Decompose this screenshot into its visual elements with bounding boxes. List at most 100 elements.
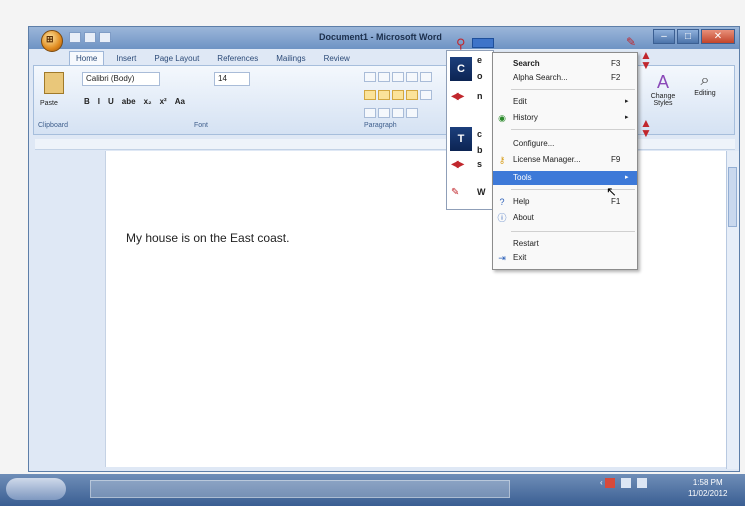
- change-case-button[interactable]: Aa: [175, 97, 185, 106]
- close-button[interactable]: ✕: [701, 29, 735, 44]
- scroll-thumb[interactable]: [728, 167, 737, 227]
- document-text[interactable]: My house is on the East coast.: [126, 231, 289, 245]
- decrease-indent-icon[interactable]: [406, 72, 418, 82]
- action-center-flag-icon[interactable]: [604, 478, 615, 488]
- styles-editing-area: A Change Styles ⌕ Editing: [644, 72, 724, 118]
- context-menu: Search F3 Alpha Search... F2 Edit ▸ ◉ Histor…: [492, 52, 638, 270]
- paste-button[interactable]: Paste: [40, 70, 68, 112]
- menu-item-exit[interactable]: ⇥ Exit: [493, 251, 637, 265]
- menu-item-label: Search: [513, 59, 540, 68]
- subscript-button[interactable]: x₂: [144, 97, 152, 106]
- font-name-dropdown[interactable]: Calibri (Body): [82, 72, 160, 86]
- tab-home[interactable]: Home: [69, 51, 105, 66]
- menu-item-restart[interactable]: Restart: [493, 237, 637, 251]
- numbering-icon[interactable]: [378, 72, 390, 82]
- font-group-label: Font: [194, 122, 209, 129]
- vertical-scrollbar[interactable]: [726, 151, 739, 469]
- tab-page-layout[interactable]: Page Layout: [148, 52, 205, 66]
- undo-icon[interactable]: [84, 32, 96, 43]
- borders-icon[interactable]: [378, 108, 390, 118]
- menu-shortcut: F3: [611, 59, 621, 68]
- redo-icon[interactable]: [99, 32, 111, 43]
- editing-button[interactable]: ⌕ Editing: [688, 72, 722, 97]
- dictionary-tile-bottom[interactable]: T: [450, 127, 472, 151]
- superscript-button[interactable]: x²: [160, 97, 167, 106]
- volume-icon[interactable]: [636, 478, 647, 488]
- swap-arrows-icon[interactable]: ◀▶: [451, 159, 464, 170]
- dictionary-search-field[interactable]: [472, 38, 494, 48]
- bullets-icon[interactable]: [364, 72, 376, 82]
- clock-time: 1:58 PM: [692, 478, 723, 487]
- menu-shortcut: F2: [611, 73, 621, 82]
- paragraph-group-label: Paragraph: [364, 122, 397, 129]
- menu-item-edit[interactable]: Edit ▸: [493, 95, 637, 109]
- show-marks-icon[interactable]: [406, 108, 418, 118]
- clock-date: 11/02/2012: [688, 489, 728, 498]
- mouse-pointer-icon: ↖: [606, 184, 617, 199]
- network-icon[interactable]: [620, 478, 631, 488]
- taskbar-app-button[interactable]: [90, 480, 510, 498]
- menu-item-history[interactable]: ◉ History ▸: [493, 111, 637, 125]
- scroll-arrows-icon[interactable]: ▲ ▼: [640, 117, 652, 139]
- menu-separator: [511, 89, 635, 90]
- menu-item-label: History: [513, 113, 538, 122]
- align-center-icon[interactable]: [378, 90, 390, 100]
- dictionary-toolbar: ⚲ ✎: [448, 35, 640, 51]
- menu-item-label: About: [513, 213, 534, 222]
- menu-item-label: Alpha Search...: [513, 73, 568, 82]
- start-button[interactable]: [6, 478, 66, 500]
- pin-small-icon[interactable]: ✎: [451, 187, 460, 198]
- strikethrough-button[interactable]: abe: [122, 97, 136, 106]
- underline-button[interactable]: U: [108, 97, 114, 106]
- clipboard-icon: [44, 72, 64, 94]
- window-controls: – □ ✕: [651, 29, 735, 44]
- menu-item-label: Configure...: [513, 139, 555, 148]
- menu-item-label: Help: [513, 197, 530, 206]
- menu-item-license-manager[interactable]: ⚷ License Manager... F9: [493, 153, 637, 167]
- font-size-dropdown[interactable]: 14: [214, 72, 250, 86]
- shading-icon[interactable]: [364, 108, 376, 118]
- exit-icon: ⇥: [498, 253, 506, 263]
- tab-review[interactable]: Review: [318, 52, 356, 66]
- ribbon-tabs: Home Insert Page Layout References Mailings R…: [69, 51, 362, 66]
- justify-icon[interactable]: [406, 90, 418, 100]
- clipboard-group-label: Clipboard: [38, 122, 68, 129]
- change-styles-button[interactable]: A Change Styles: [644, 72, 682, 107]
- menu-separator: [511, 129, 635, 130]
- menu-item-label: Exit: [513, 253, 527, 262]
- tab-mailings[interactable]: Mailings: [270, 52, 311, 66]
- editing-label: Editing: [694, 90, 716, 97]
- multilevel-list-icon[interactable]: [392, 72, 404, 82]
- bold-button[interactable]: B: [84, 97, 90, 106]
- minimize-button[interactable]: –: [653, 29, 675, 44]
- sort-icon[interactable]: [392, 108, 404, 118]
- menu-item-label: Edit: [513, 97, 527, 106]
- menu-item-search[interactable]: Search F3: [493, 57, 637, 71]
- tab-references[interactable]: References: [211, 52, 264, 66]
- change-styles-icon: A: [656, 72, 669, 92]
- key-icon: ⚷: [498, 155, 506, 165]
- menu-item-alpha-search[interactable]: Alpha Search... F2: [493, 71, 637, 85]
- save-icon[interactable]: [69, 32, 81, 43]
- align-left-icon[interactable]: [364, 90, 376, 100]
- tray-chevron-icon[interactable]: ‹: [600, 478, 603, 487]
- taskbar: ‹ 1:58 PM 11/02/2012: [0, 474, 745, 506]
- menu-item-tools[interactable]: Tools ▸: [493, 171, 637, 185]
- align-right-icon[interactable]: [392, 90, 404, 100]
- menu-item-about[interactable]: ⓘ About: [493, 211, 637, 225]
- scroll-arrows-icon[interactable]: ▲ ▼: [640, 49, 652, 71]
- clock[interactable]: 1:58 PM 11/02/2012: [688, 477, 727, 499]
- pin-icon[interactable]: ✎: [626, 35, 636, 49]
- increase-indent-icon[interactable]: [420, 72, 432, 82]
- dictionary-tile-top[interactable]: C: [450, 57, 472, 81]
- tab-insert[interactable]: Insert: [110, 52, 142, 66]
- italic-button[interactable]: I: [98, 97, 100, 106]
- paste-label: Paste: [40, 100, 58, 107]
- menu-item-configure[interactable]: Configure...: [493, 137, 637, 151]
- line-spacing-icon[interactable]: [420, 90, 432, 100]
- office-button[interactable]: ⊞: [41, 30, 63, 52]
- maximize-button[interactable]: □: [677, 29, 699, 44]
- dictionary-panel: C e o ◀▶ n T c b ◀▶ s ✎ W: [446, 50, 494, 210]
- history-icon: ◉: [498, 113, 506, 123]
- swap-arrows-icon[interactable]: ◀▶: [451, 91, 464, 102]
